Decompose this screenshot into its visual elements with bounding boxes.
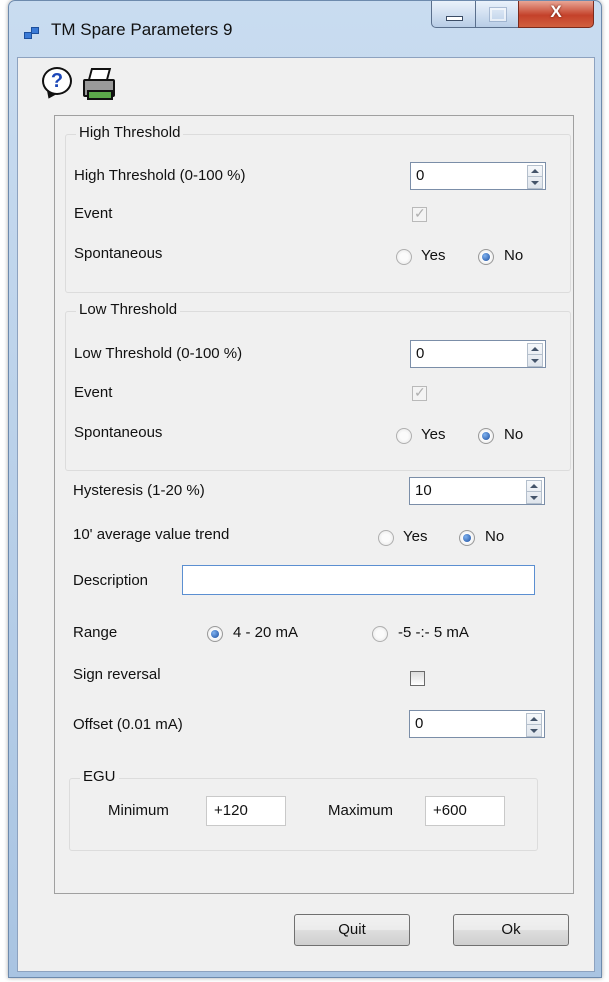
spinner-arrows-icon[interactable] xyxy=(526,713,542,737)
sign-reversal-label: Sign reversal xyxy=(73,666,161,683)
high-threshold-label: High Threshold (0-100 %) xyxy=(74,167,246,184)
high-spontaneous-label: Spontaneous xyxy=(74,245,163,262)
range-5-5ma-radio[interactable] xyxy=(372,626,388,642)
high-threshold-spinner[interactable]: 0 xyxy=(410,162,546,190)
dialog-client-area: ? High Threshold High Threshold (0-100 %… xyxy=(17,57,595,972)
app-window-icon xyxy=(24,27,39,39)
low-event-label: Event xyxy=(74,384,113,401)
range-4-20ma-radio[interactable] xyxy=(207,626,223,642)
low-spontaneous-label: Spontaneous xyxy=(74,424,163,441)
description-input[interactable] xyxy=(182,565,535,595)
low-threshold-label: Low Threshold (0-100 %) xyxy=(74,345,243,362)
average-trend-label: 10' average value trend xyxy=(73,526,230,543)
spinner-arrows-icon[interactable] xyxy=(527,165,543,189)
high-spontaneous-no-radio[interactable] xyxy=(478,249,494,265)
minimize-icon xyxy=(446,16,463,21)
window-title: TM Spare Parameters 9 xyxy=(51,20,233,39)
egu-maximum-label: Maximum xyxy=(328,802,394,819)
average-trend-no-label[interactable]: No xyxy=(485,528,504,545)
help-icon[interactable]: ? xyxy=(40,66,76,101)
spinner-arrows-icon[interactable] xyxy=(526,480,542,504)
range-5-5ma-label[interactable]: -5 -:- 5 mA xyxy=(398,624,469,641)
low-spontaneous-yes-radio[interactable] xyxy=(396,428,412,444)
maximize-button xyxy=(475,1,519,28)
parameters-panel: High Threshold High Threshold (0-100 %) … xyxy=(54,115,574,894)
close-button[interactable]: X xyxy=(518,1,594,28)
high-event-label: Event xyxy=(74,205,113,222)
low-spontaneous-yes-label[interactable]: Yes xyxy=(421,426,445,443)
low-spontaneous-no-radio[interactable] xyxy=(478,428,494,444)
low-threshold-group: Low Threshold Low Threshold (0-100 %) 0 … xyxy=(65,301,571,471)
low-event-checkbox xyxy=(412,384,427,401)
dialog-window: TM Spare Parameters 9 X ? High Threshold… xyxy=(8,0,602,978)
egu-group-title: EGU xyxy=(80,768,119,785)
low-threshold-group-title: Low Threshold xyxy=(76,301,181,318)
high-spontaneous-yes-label[interactable]: Yes xyxy=(421,247,445,264)
quit-button[interactable]: Quit xyxy=(294,914,410,946)
hysteresis-spinner[interactable]: 10 xyxy=(409,477,545,505)
average-trend-yes-label[interactable]: Yes xyxy=(403,528,427,545)
maximize-icon xyxy=(489,7,507,22)
offset-spinner[interactable]: 0 xyxy=(409,710,545,738)
low-threshold-spinner[interactable]: 0 xyxy=(410,340,546,368)
high-spontaneous-no-label[interactable]: No xyxy=(504,247,523,264)
average-trend-yes-radio[interactable] xyxy=(378,530,394,546)
high-threshold-group-title: High Threshold xyxy=(76,124,184,141)
low-spontaneous-no-label[interactable]: No xyxy=(504,426,523,443)
range-4-20ma-label[interactable]: 4 - 20 mA xyxy=(233,624,298,641)
high-threshold-group: High Threshold High Threshold (0-100 %) … xyxy=(65,124,571,293)
offset-label: Offset (0.01 mA) xyxy=(73,716,183,733)
spinner-arrows-icon[interactable] xyxy=(527,343,543,367)
egu-maximum-input[interactable]: +600 xyxy=(425,796,505,826)
egu-group: EGU Minimum +120 Maximum +600 xyxy=(69,768,538,851)
minimize-button[interactable] xyxy=(431,1,476,28)
average-trend-no-radio[interactable] xyxy=(459,530,475,546)
high-event-checkbox xyxy=(412,205,427,222)
printer-icon[interactable] xyxy=(81,66,117,100)
description-label: Description xyxy=(73,572,149,589)
ok-button[interactable]: Ok xyxy=(453,914,569,946)
range-label: Range xyxy=(73,624,118,641)
close-icon: X xyxy=(550,2,562,21)
egu-minimum-input[interactable]: +120 xyxy=(206,796,286,826)
hysteresis-label: Hysteresis (1-20 %) xyxy=(73,482,205,499)
egu-minimum-label: Minimum xyxy=(108,802,169,819)
sign-reversal-checkbox[interactable] xyxy=(410,671,425,686)
high-spontaneous-yes-radio[interactable] xyxy=(396,249,412,265)
title-bar[interactable]: TM Spare Parameters 9 X xyxy=(9,1,601,57)
